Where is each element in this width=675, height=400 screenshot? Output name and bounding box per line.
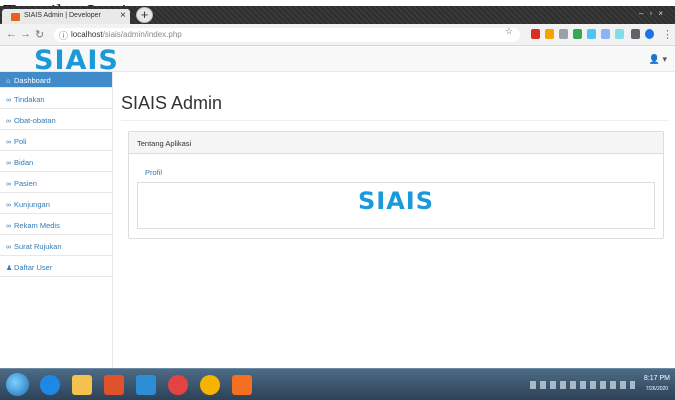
link-icon: ∞ (6, 202, 11, 209)
sidebar-item-obat-obatan[interactable]: ∞ Obat-obatan (0, 109, 112, 130)
sidebar-item-kunjungan[interactable]: ∞ Kunjungan (0, 193, 112, 214)
page-title: SIAIS Admin (121, 93, 223, 113)
panel-logo-box: SIAIS (137, 182, 655, 229)
sidebar-item-label: Rekam Medis (14, 221, 60, 230)
link-icon: ∞ (6, 181, 11, 188)
sidebar-item-bidan[interactable]: ∞ Bidan (0, 151, 112, 172)
window-controls[interactable]: –▫× (639, 9, 669, 18)
panel-heading: Tentang Aplikasi (129, 132, 663, 154)
sidebar-item-tindakan[interactable]: ∞ Tindakan (0, 88, 112, 109)
back-icon[interactable]: ← (6, 28, 17, 40)
link-icon: ∞ (6, 139, 11, 146)
profile-avatar-icon[interactable] (645, 29, 654, 39)
sidebar-item-rekam-medis[interactable]: ∞ Rekam Medis (0, 214, 112, 235)
forward-icon[interactable]: → (20, 28, 31, 40)
extension-icon[interactable] (531, 29, 540, 39)
clock-time: 8:17 PM (643, 375, 670, 382)
sidebar-item-label: Surat Rujukan (14, 242, 62, 251)
sidebar-item-label: Daftar User (14, 263, 53, 272)
browser-toolbar: ← → ↻ ⓘ localhost/siais/admin/index.php … (0, 24, 675, 46)
start-button[interactable] (6, 373, 29, 396)
extension-icon[interactable] (573, 29, 582, 39)
bookmark-star-icon[interactable]: ☆ (505, 26, 513, 37)
url-path: /siais/admin/index.php (102, 30, 182, 39)
link-icon: ∞ (6, 118, 11, 125)
reload-icon[interactable]: ↻ (35, 28, 44, 41)
browser-menu-icon[interactable]: ⋮ (662, 28, 673, 41)
sublime-icon[interactable] (104, 375, 124, 395)
extension-icon[interactable] (615, 29, 624, 39)
chrome-canary-icon[interactable] (200, 375, 220, 395)
sidebar-item-label: Dashboard (14, 76, 51, 85)
extension-icon[interactable] (587, 29, 596, 39)
sidebar-item-label: Bidan (14, 158, 34, 167)
home-icon: ⌂ (6, 78, 11, 85)
clock-date: 7/26/2020 (645, 386, 669, 392)
taskbar-clock[interactable]: 8:17 PM 7/26/2020 (644, 374, 670, 394)
sidebar-item-label: Tindakan (14, 95, 45, 104)
tab-favicon-icon (11, 13, 20, 21)
address-url: localhost/siais/admin/index.php (71, 30, 182, 39)
user-icon: ♟ (6, 265, 13, 272)
vscode-icon[interactable] (136, 375, 156, 395)
link-icon: ∞ (6, 244, 11, 251)
sidebar-item-label: Kunjungan (14, 200, 50, 209)
sidebar-item-label: Obat-obatan (14, 116, 56, 125)
link-icon: ∞ (6, 160, 11, 167)
xampp-icon[interactable] (232, 375, 252, 395)
chrome-icon[interactable] (168, 375, 188, 395)
info-icon[interactable]: ⓘ (59, 29, 68, 42)
app-header: SIAIS 👤 ▾ (0, 45, 675, 76)
new-tab-button[interactable]: + (136, 7, 153, 23)
browser-tabstrip: SIAIS Admin | Developer × + –▫× (0, 6, 675, 24)
sidebar-item-pasien[interactable]: ∞ Pasien (0, 172, 112, 193)
sidebar-item-surat-rujukan[interactable]: ∞ Surat Rujukan (0, 235, 112, 256)
sidebar-item-dashboard[interactable]: ⌂ Dashboard (0, 72, 112, 88)
profile-link[interactable]: Profil (145, 168, 162, 177)
sidebar-item-label: Poli (14, 137, 27, 146)
sidebar-nav: ⌂ Dashboard ∞ Tindakan ∞ Obat-obatan ∞ Poli … (0, 72, 113, 368)
link-icon: ∞ (6, 223, 11, 230)
folder-icon[interactable] (72, 375, 92, 395)
link-icon: ∞ (6, 97, 11, 104)
url-host: localhost (71, 30, 103, 39)
address-bar[interactable]: ⓘ localhost/siais/admin/index.php (54, 28, 520, 42)
tab-title: SIAIS Admin | Developer (24, 12, 101, 19)
sidebar-item-label: Pasien (14, 179, 37, 188)
extension-icon[interactable] (559, 29, 568, 39)
about-panel: Tentang Aplikasi Profil SIAIS (128, 131, 664, 239)
extension-icon[interactable] (545, 29, 554, 39)
user-menu[interactable]: 👤 ▾ (649, 54, 667, 65)
sidebar-item-poli[interactable]: ∞ Poli (0, 130, 112, 151)
chevron-down-icon: ▾ (662, 54, 667, 64)
panel-logo: SIAIS (357, 187, 434, 215)
user-icon: 👤 (648, 54, 660, 64)
os-taskbar: 8:17 PM 7/26/2020 (0, 368, 675, 400)
tab-close-icon[interactable]: × (120, 10, 126, 21)
title-divider (121, 120, 669, 121)
browser-tab[interactable]: SIAIS Admin | Developer × (2, 9, 130, 24)
sidebar-item-daftar-user[interactable]: ♟ Daftar User (0, 256, 112, 277)
extensions-puzzle-icon[interactable] (631, 29, 640, 39)
ie-icon[interactable] (40, 375, 60, 395)
extension-icon[interactable] (601, 29, 610, 39)
main-content: SIAIS Admin Tentang Aplikasi Profil SIAI… (114, 72, 675, 368)
system-tray[interactable] (530, 381, 635, 389)
